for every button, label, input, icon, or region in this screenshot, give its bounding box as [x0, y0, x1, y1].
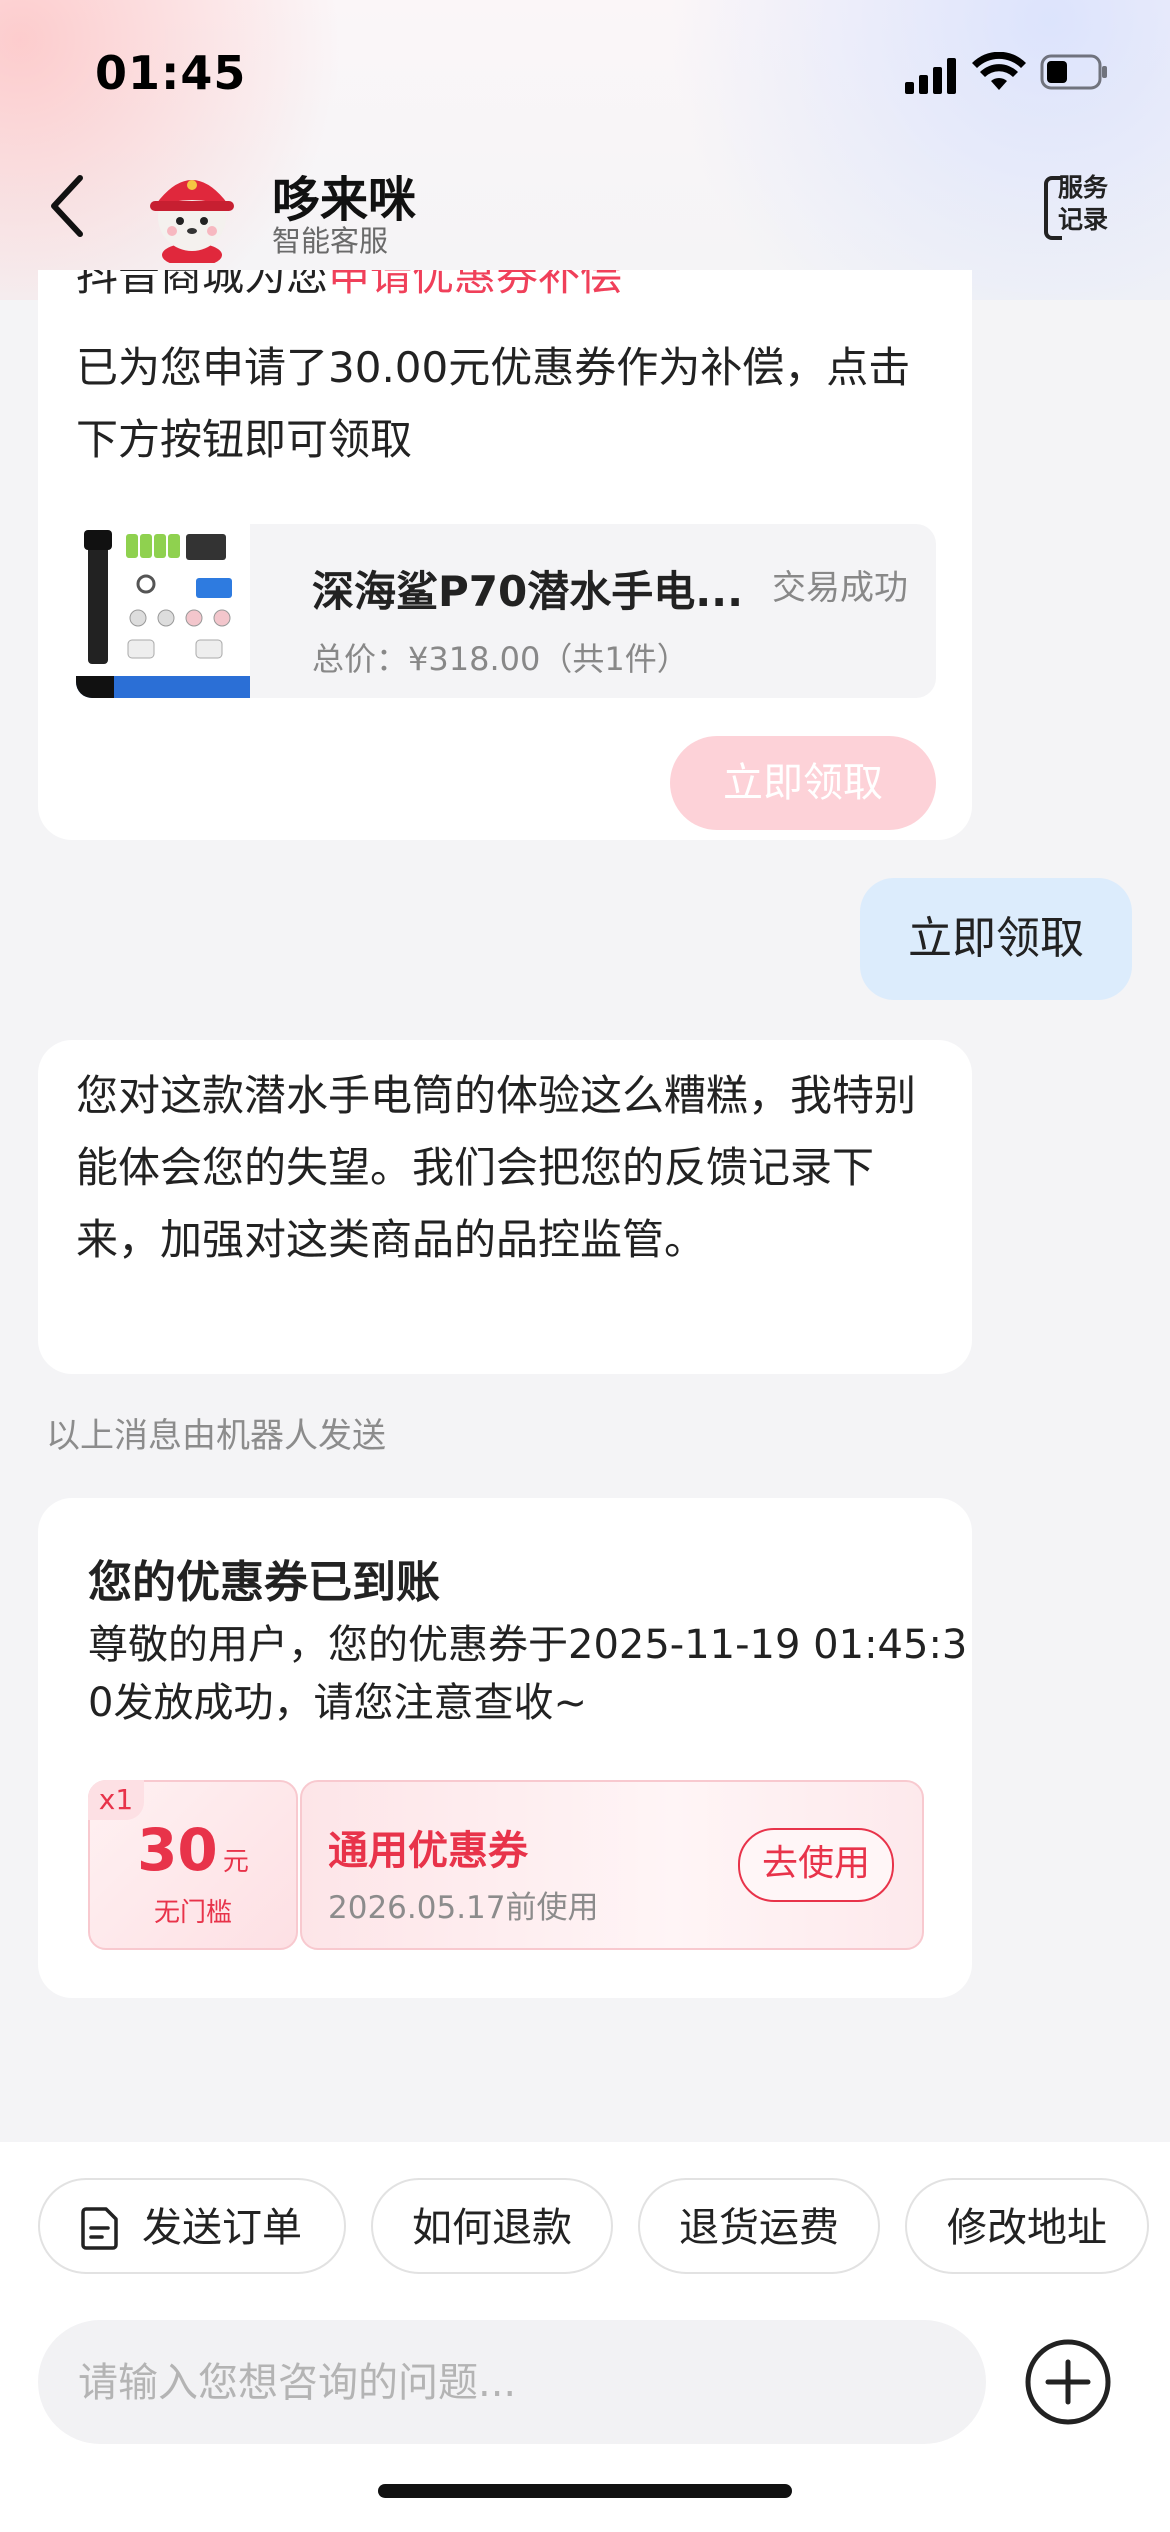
coupon-name: 通用优惠券	[328, 1828, 528, 1874]
card-heading: 抖音商城为您申请优惠券补偿	[76, 270, 623, 300]
back-arrow-icon[interactable]	[44, 168, 94, 244]
coupon-expiry: 2026.05.17前使用	[328, 1890, 599, 1926]
robot-notice: 以上消息由机器人发送	[46, 1416, 386, 1456]
compensation-message-card: 抖音商城为您申请优惠券补偿 已为您申请了30.00元优惠券作为补偿，点击下方按钮…	[38, 270, 972, 840]
quick-action-refund[interactable]: 如何退款	[371, 2178, 613, 2274]
home-indicator[interactable]	[378, 2484, 792, 2498]
coupon-ticket[interactable]: x1 30 元 无门槛 通用优惠券 2026.05.17前使用 去使用	[88, 1780, 924, 1950]
coupon-card-body: 尊敬的用户，您的优惠券于2025-11-19 01:45:30发放成功，请您注意…	[88, 1622, 968, 1726]
chat-subtitle: 智能客服	[272, 224, 389, 258]
coupon-info-panel: 通用优惠券 2026.05.17前使用 去使用	[300, 1780, 924, 1950]
document-icon	[81, 2207, 118, 2250]
user-message-bubble: 立即领取	[860, 878, 1132, 1000]
bottom-bar: 发送订单 如何退款 退货运费 修改地址	[0, 2142, 1170, 2532]
coupon-arrived-card: 您的优惠券已到账 尊敬的用户，您的优惠券于2025-11-19 01:45:30…	[38, 1498, 972, 1998]
coupon-count-badge: x1	[88, 1780, 144, 1820]
quick-action-send-order[interactable]: 发送订单	[38, 2178, 346, 2274]
claim-now-button[interactable]: 立即领取	[670, 736, 936, 830]
service-records-button[interactable]: 服务 记录	[1044, 172, 1122, 244]
plus-icon[interactable]	[1024, 2338, 1112, 2426]
quick-action-return-shipping[interactable]: 退货运费	[638, 2178, 880, 2274]
card-body-text: 已为您申请了30.00元优惠券作为补偿，点击下方按钮即可领取	[76, 343, 911, 464]
cellular-signal-icon	[905, 58, 956, 94]
message-input-container[interactable]	[38, 2320, 986, 2446]
bot-message-card: 您对这款潜水手电筒的体验这么糟糕，我特别能体会您的失望。我们会把您的反馈记录下来…	[38, 1040, 972, 1374]
battery-icon	[1040, 54, 1107, 90]
order-status: 交易成功	[772, 568, 908, 608]
quick-action-label: 发送订单	[142, 2205, 302, 2251]
coupon-value-panel: x1 30 元 无门槛	[88, 1780, 298, 1950]
wifi-icon	[972, 52, 1026, 90]
message-input[interactable]	[76, 2320, 940, 2446]
records-label: 服务 记录	[1058, 173, 1109, 234]
coupon-card-title: 您的优惠券已到账	[88, 1557, 440, 1608]
order-total: 总价：¥318.00（共1件）	[312, 640, 689, 678]
bot-message-text: 您对这款潜水手电筒的体验这么糟糕，我特别能体会您的失望。我们会把您的反馈记录下来…	[76, 1071, 917, 1264]
use-coupon-button[interactable]: 去使用	[738, 1828, 894, 1902]
quick-action-change-address[interactable]: 修改地址	[905, 2178, 1149, 2274]
order-card[interactable]: 深海鲨P70潜水手电... 交易成功 总价：¥318.00（共1件）	[76, 524, 936, 698]
status-time: 01:45	[95, 46, 247, 100]
product-name: 深海鲨P70潜水手电...	[312, 567, 744, 616]
avatar[interactable]	[138, 155, 246, 263]
coupon-amount: 30 元	[137, 1816, 249, 1884]
chat-area[interactable]: 抖音商城为您申请优惠券补偿 已为您申请了30.00元优惠券作为补偿，点击下方按钮…	[0, 270, 1170, 2140]
coupon-condition: 无门槛	[153, 1898, 232, 1928]
product-image	[76, 524, 250, 698]
